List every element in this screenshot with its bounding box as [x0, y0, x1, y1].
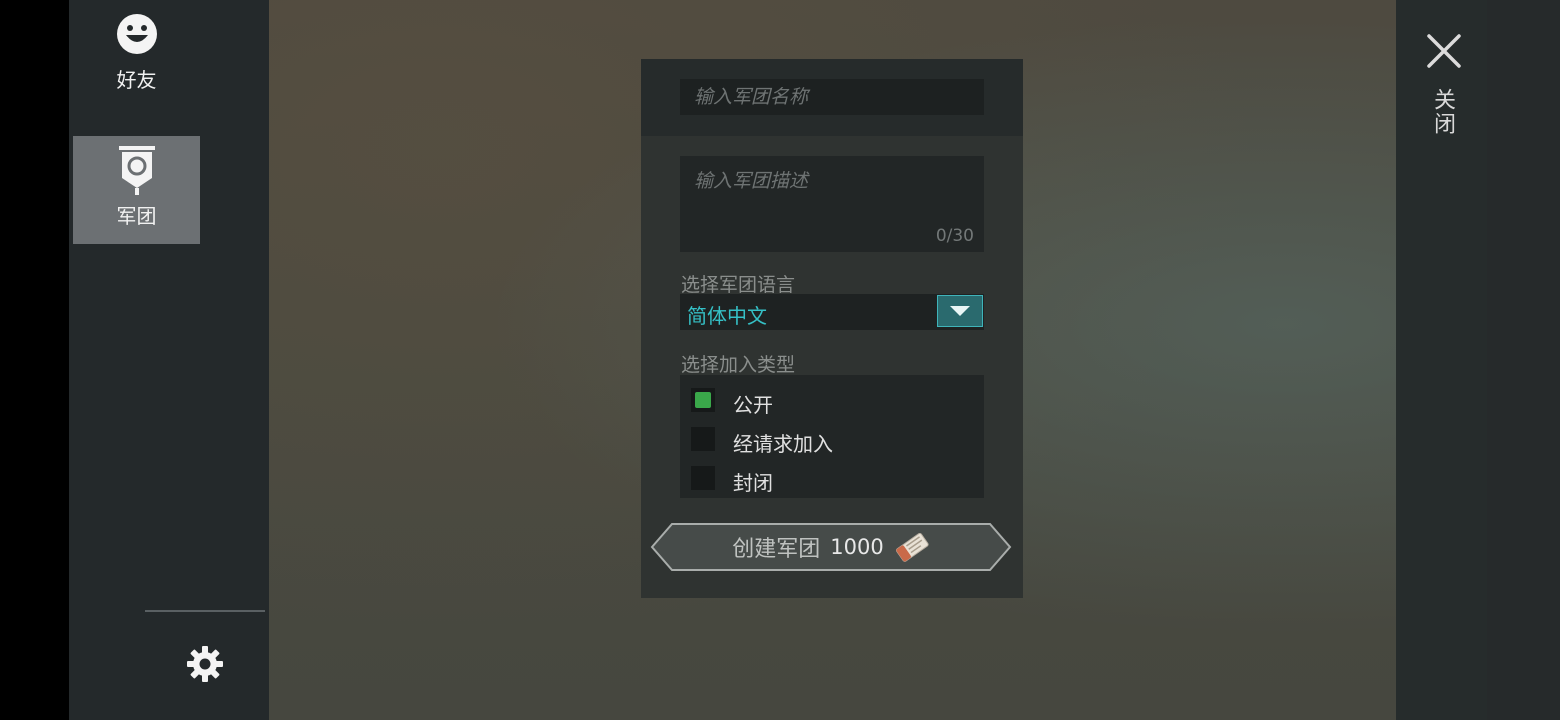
create-button-label: 创建军团	[732, 537, 821, 562]
language-label: 选择军团语言	[681, 274, 796, 296]
language-value: 简体中文	[687, 304, 767, 328]
language-select[interactable]: 简体中文	[680, 294, 984, 330]
checkbox[interactable]	[691, 388, 715, 412]
join-option-label: 封闭	[733, 471, 773, 495]
close-label[interactable]: 关闭	[1428, 88, 1458, 136]
checkbox[interactable]	[691, 466, 715, 490]
description-char-count: 0/30	[935, 226, 974, 246]
checkbox-fill	[695, 392, 711, 408]
join-option-public[interactable]: 公开	[691, 385, 981, 417]
sidebar-item-legion[interactable]: 军团	[73, 136, 200, 244]
banner-icon	[117, 146, 157, 195]
join-option-label: 公开	[733, 393, 773, 417]
legion-description-box: 0/30	[680, 156, 984, 252]
join-type-label: 选择加入类型	[681, 354, 796, 376]
join-option-label: 经请求加入	[733, 432, 833, 456]
create-cost: 1000	[830, 535, 884, 559]
join-option-closed[interactable]: 封闭	[691, 463, 981, 495]
close-icon[interactable]	[1425, 32, 1463, 70]
right-edge	[1487, 0, 1560, 720]
sidebar-item-friends[interactable]: 好友	[73, 0, 200, 108]
gear-icon[interactable]	[186, 645, 224, 683]
legion-name-input[interactable]	[680, 79, 984, 115]
smiley-icon	[116, 10, 158, 58]
create-legion-button[interactable]: 创建军团 1000	[650, 522, 1012, 572]
chevron-down-icon	[950, 306, 970, 316]
dropdown-button[interactable]	[937, 295, 983, 327]
join-type-options: 公开 经请求加入 封闭	[680, 375, 984, 498]
join-option-request[interactable]: 经请求加入	[691, 424, 981, 456]
checkbox[interactable]	[691, 427, 715, 451]
create-button-content: 创建军团 1000	[650, 522, 1012, 572]
sidebar-divider	[145, 610, 265, 612]
sidebar-item-label: 好友	[116, 68, 157, 92]
sidebar-item-label: 军团	[116, 204, 157, 228]
left-sidebar	[69, 0, 269, 720]
create-legion-panel: 0/30 选择军团语言 简体中文 选择加入类型 公开 经请求加入 封闭	[641, 59, 1023, 598]
ticket-icon	[895, 532, 929, 562]
